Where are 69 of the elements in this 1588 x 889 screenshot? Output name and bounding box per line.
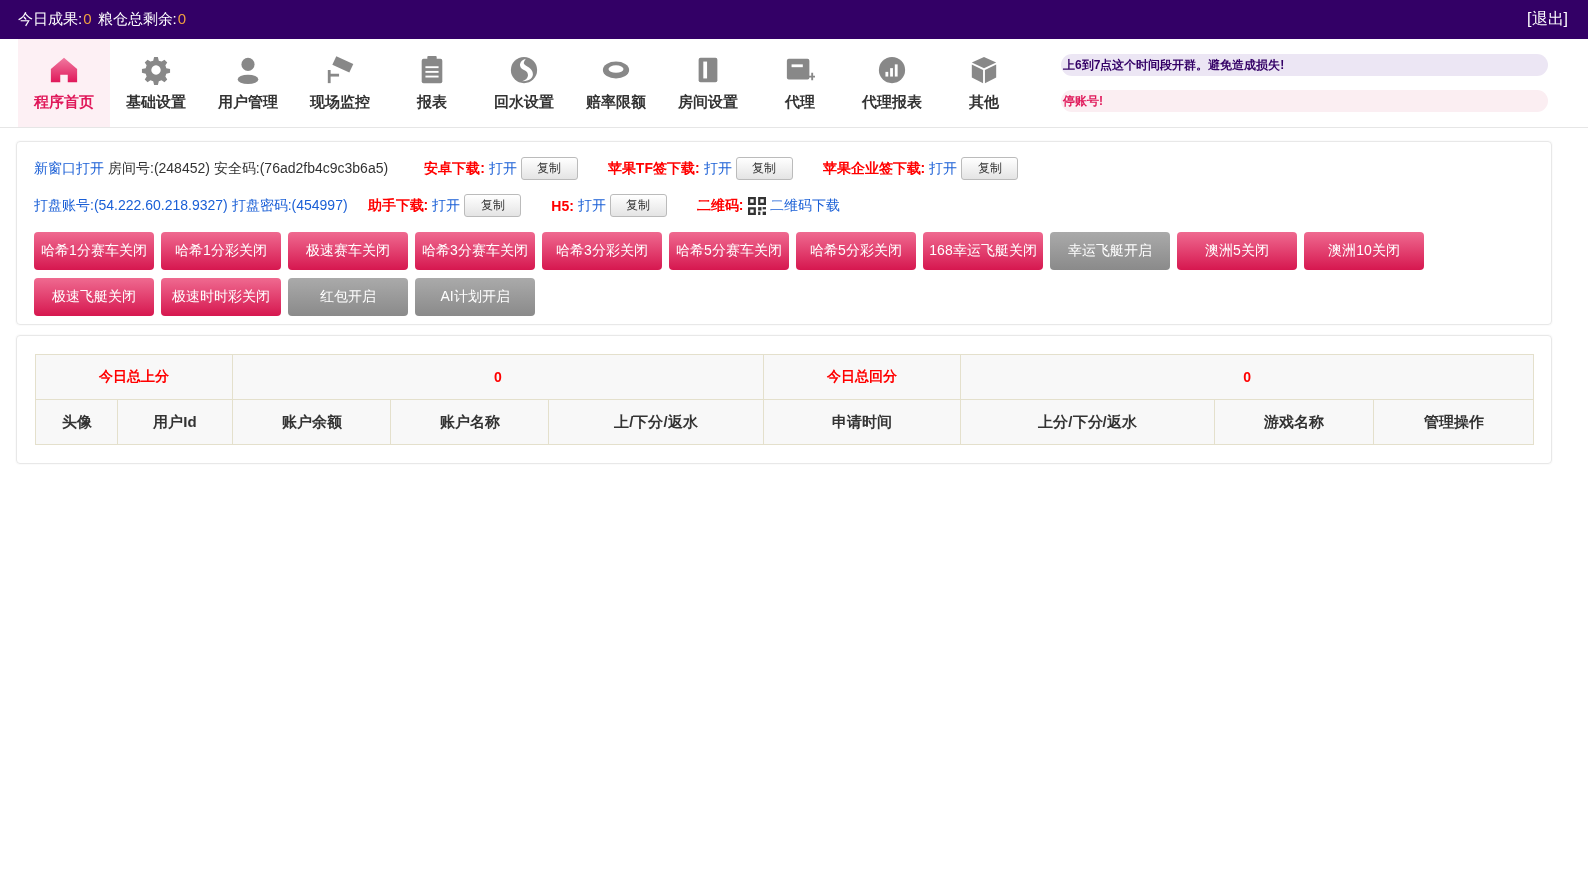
download-label: 苹果TF签下载: — [607, 159, 700, 178]
summary-cell: 0 — [232, 354, 764, 400]
stat-value: 0 — [177, 10, 187, 27]
column-header: 上/下分/返水 — [548, 399, 764, 445]
open-link[interactable]: 打开 — [703, 159, 732, 178]
toggle-button[interactable]: 哈希1分彩关闭 — [161, 232, 281, 270]
open-link[interactable]: 打开 — [432, 196, 461, 215]
copy-button[interactable]: 复制 — [961, 157, 1019, 180]
toggle-button[interactable]: 极速赛车关闭 — [288, 232, 408, 270]
nav-tab[interactable]: 用户管理 — [202, 39, 294, 127]
column-header: 用户Id — [117, 399, 233, 445]
column-header: 头像 — [35, 399, 118, 445]
nav-tab[interactable]: 其他 — [938, 39, 1030, 127]
nav-tab[interactable]: 报表 — [386, 39, 478, 127]
notice-banner: 停账号! — [1061, 90, 1548, 112]
qr-code-icon — [747, 196, 766, 215]
nav-tab[interactable]: 程序首页 — [18, 39, 110, 127]
stat-label: 粮仓总剩余: — [97, 10, 177, 27]
stat-value: 0 — [83, 10, 92, 27]
nav-tab[interactable]: 赔率限额 — [570, 39, 662, 127]
summary-cell: 0 — [960, 354, 1534, 400]
logout-link[interactable]: [退出] — [1527, 9, 1568, 30]
toggle-button[interactable]: 极速时时彩关闭 — [161, 278, 281, 316]
summary-cell: 今日总回分 — [763, 354, 961, 400]
column-header: 账户余额 — [232, 399, 391, 445]
column-header: 上分/下分/返水 — [960, 399, 1215, 445]
column-header: 管理操作 — [1373, 399, 1534, 445]
account-info: 打盘账号:(54.222.60.218.9327) 打盘密码:(454997) — [34, 196, 348, 215]
nav-tab[interactable]: 回水设置 — [478, 39, 570, 127]
open-link[interactable]: 打开 — [929, 159, 958, 178]
download-label: 安卓下载: — [424, 159, 485, 178]
column-header: 账户名称 — [390, 399, 549, 445]
nav-tab[interactable]: 代理报表 — [846, 39, 938, 127]
download-label: 苹果企业签下载: — [822, 159, 926, 178]
settings-icon — [141, 54, 171, 85]
open-link[interactable]: 新窗口打开 — [34, 159, 104, 178]
notice-banner: 上6到7点这个时间段开群。避免造成损失! — [1061, 54, 1548, 76]
copy-button[interactable]: 复制 — [464, 194, 522, 217]
copy-button[interactable]: 复制 — [735, 157, 793, 180]
copy-button[interactable]: 复制 — [609, 194, 667, 217]
download-label: H5: — [551, 197, 574, 214]
stat-label: 今日成果: — [18, 10, 83, 27]
nav-tab[interactable]: 基础设置 — [110, 39, 202, 127]
download-label: 助手下载: — [367, 196, 429, 215]
nav-tab[interactable]: 代理 — [754, 39, 846, 127]
toggle-button[interactable]: 哈希5分赛车关闭 — [669, 232, 789, 270]
toggle-button[interactable]: 哈希1分赛车关闭 — [34, 232, 154, 270]
bar-chart-icon — [877, 54, 907, 85]
column-header: 申请时间 — [763, 399, 961, 445]
toggle-button[interactable]: 哈希5分彩关闭 — [796, 232, 916, 270]
copy-button[interactable]: 复制 — [520, 157, 578, 180]
open-link[interactable]: 打开 — [488, 159, 517, 178]
toggle-button[interactable]: 澳洲5关闭 — [1177, 232, 1297, 270]
toggle-button[interactable]: 澳洲10关闭 — [1304, 232, 1424, 270]
toggle-button[interactable]: 哈希3分彩关闭 — [542, 232, 662, 270]
open-link[interactable]: 打开 — [577, 196, 606, 215]
download-label: 二维码: — [696, 196, 744, 215]
swirl-icon — [509, 54, 539, 85]
toggle-button[interactable]: 168幸运飞艇关闭 — [923, 232, 1043, 270]
column-header: 游戏名称 — [1214, 399, 1374, 445]
room-info: 房间号:(248452) 安全码:(76ad2fb4c9c3b6a5) — [108, 159, 389, 178]
toggle-button[interactable]: 极速飞艇关闭 — [34, 278, 154, 316]
toggle-button[interactable]: 哈希3分赛车关闭 — [415, 232, 535, 270]
camera-icon — [325, 54, 355, 85]
summary-cell: 今日总上分 — [35, 354, 233, 400]
nav-tab[interactable]: 房间设置 — [662, 39, 754, 127]
cube-icon — [969, 54, 999, 85]
open-link[interactable]: 二维码下载 — [769, 196, 840, 215]
nav-tab[interactable]: 现场监控 — [294, 39, 386, 127]
